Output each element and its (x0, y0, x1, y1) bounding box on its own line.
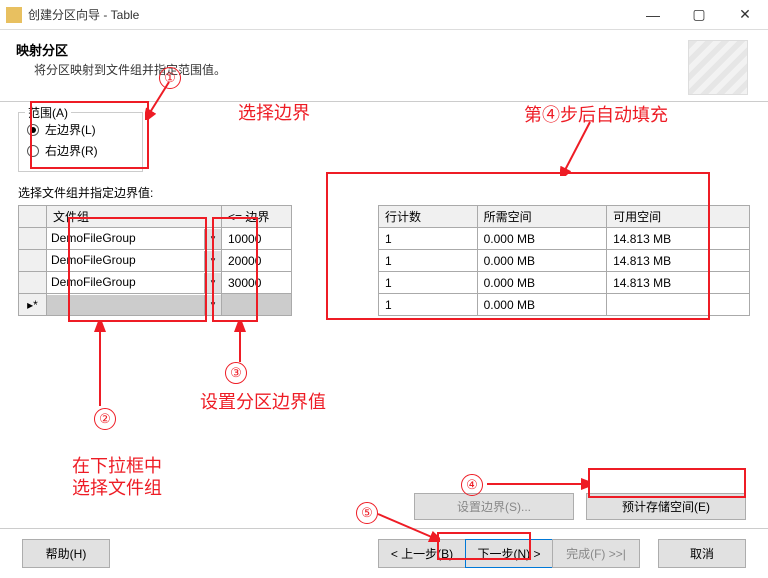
radio-left-boundary[interactable]: 左边界(L) (27, 121, 134, 138)
page-title: 映射分区 (16, 40, 688, 59)
table-row: 10.000 MB14.813 MB (379, 228, 750, 250)
radio-right-label: 右边界(R) (45, 142, 98, 159)
titlebar: 创建分区向导 - Table — ▢ ✕ (0, 0, 768, 30)
col-filegroup: 文件组 (47, 206, 222, 228)
filegroup-table[interactable]: 文件组 <= 边界 DemoFileGroup▾ 10000 DemoFileG… (18, 205, 292, 316)
back-button[interactable]: < 上一步(B) (378, 539, 466, 568)
col-available: 可用空间 (607, 206, 750, 228)
chevron-down-icon[interactable]: ▾ (204, 251, 221, 271)
estimate-storage-button[interactable]: 预计存储空间(E) (586, 493, 746, 520)
range-legend: 范围(A) (25, 104, 71, 121)
chevron-down-icon[interactable]: ▾ (204, 229, 221, 249)
table-row: DemoFileGroup▾ 10000 (19, 228, 292, 250)
window-buttons: — ▢ ✕ (630, 0, 768, 29)
annotation-choose-fg-1: 在下拉框中 (72, 452, 162, 478)
boundary-cell[interactable] (222, 294, 292, 316)
radio-dot-icon (27, 124, 39, 136)
col-required: 所需空间 (477, 206, 606, 228)
app-icon (6, 7, 22, 23)
maximize-button[interactable]: ▢ (676, 0, 722, 29)
arrow-2 (90, 322, 110, 408)
filegroup-combo[interactable]: DemoFileGroup▾ (47, 272, 222, 294)
next-button[interactable]: 下一步(N) > (465, 539, 553, 568)
finish-button[interactable]: 完成(F) >>| (552, 539, 640, 568)
radio-left-label: 左边界(L) (45, 121, 96, 138)
annotation-num-3: ③ (225, 362, 247, 384)
arrow-4b (485, 478, 589, 490)
range-fieldset: 范围(A) 左边界(L) 右边界(R) (18, 112, 143, 172)
filegroup-combo[interactable]: DemoFileGroup▾ (47, 250, 222, 272)
radio-right-boundary[interactable]: 右边界(R) (27, 142, 134, 159)
set-boundary-button[interactable]: 设置边界(S)... (414, 493, 574, 520)
new-row-marker[interactable]: ▸* (19, 294, 47, 316)
annotation-num-5: ⑤ (356, 502, 378, 524)
table-row: 10.000 MB (379, 294, 750, 316)
help-button[interactable]: 帮助(H) (22, 539, 110, 568)
chevron-down-icon[interactable]: ▾ (204, 273, 221, 293)
radio-dot-icon (27, 145, 39, 157)
annotation-set-boundary-val: 设置分区边界值 (200, 388, 326, 414)
filegroup-combo[interactable]: DemoFileGroup▾ (47, 228, 222, 250)
row-header-blank (19, 206, 47, 228)
storage-table: 行计数 所需空间 可用空间 10.000 MB14.813 MB 10.000 … (378, 205, 750, 316)
boundary-cell[interactable]: 10000 (222, 228, 292, 250)
page-subtitle: 将分区映射到文件组并指定范围值。 (16, 61, 688, 78)
table-row: 10.000 MB14.813 MB (379, 272, 750, 294)
window-title: 创建分区向导 - Table (28, 6, 630, 23)
chevron-down-icon[interactable]: ▾ (204, 295, 221, 315)
table-row-new: ▸* ▾ (19, 294, 292, 316)
boundary-cell[interactable]: 20000 (222, 250, 292, 272)
col-boundary: <= 边界 (222, 206, 292, 228)
boundary-cell[interactable]: 30000 (222, 272, 292, 294)
minimize-button[interactable]: — (630, 0, 676, 29)
table-row: 10.000 MB14.813 MB (379, 250, 750, 272)
filegroup-combo[interactable]: ▾ (47, 294, 222, 316)
annotation-choose-fg-2: 选择文件组 (72, 474, 162, 500)
table-row: DemoFileGroup▾ 20000 (19, 250, 292, 272)
table-row: DemoFileGroup▾ 30000 (19, 272, 292, 294)
arrow-3 (230, 322, 250, 364)
section-label: 选择文件组并指定边界值: (18, 184, 750, 201)
close-button[interactable]: ✕ (722, 0, 768, 29)
col-rowcount: 行计数 (379, 206, 478, 228)
wizard-logo (688, 40, 748, 95)
annotation-num-2: ② (94, 408, 116, 430)
wizard-header: 映射分区 将分区映射到文件组并指定范围值。 (0, 30, 768, 102)
wizard-footer: 帮助(H) < 上一步(B) 下一步(N) > 完成(F) >>| 取消 (0, 528, 768, 578)
cancel-button[interactable]: 取消 (658, 539, 746, 568)
